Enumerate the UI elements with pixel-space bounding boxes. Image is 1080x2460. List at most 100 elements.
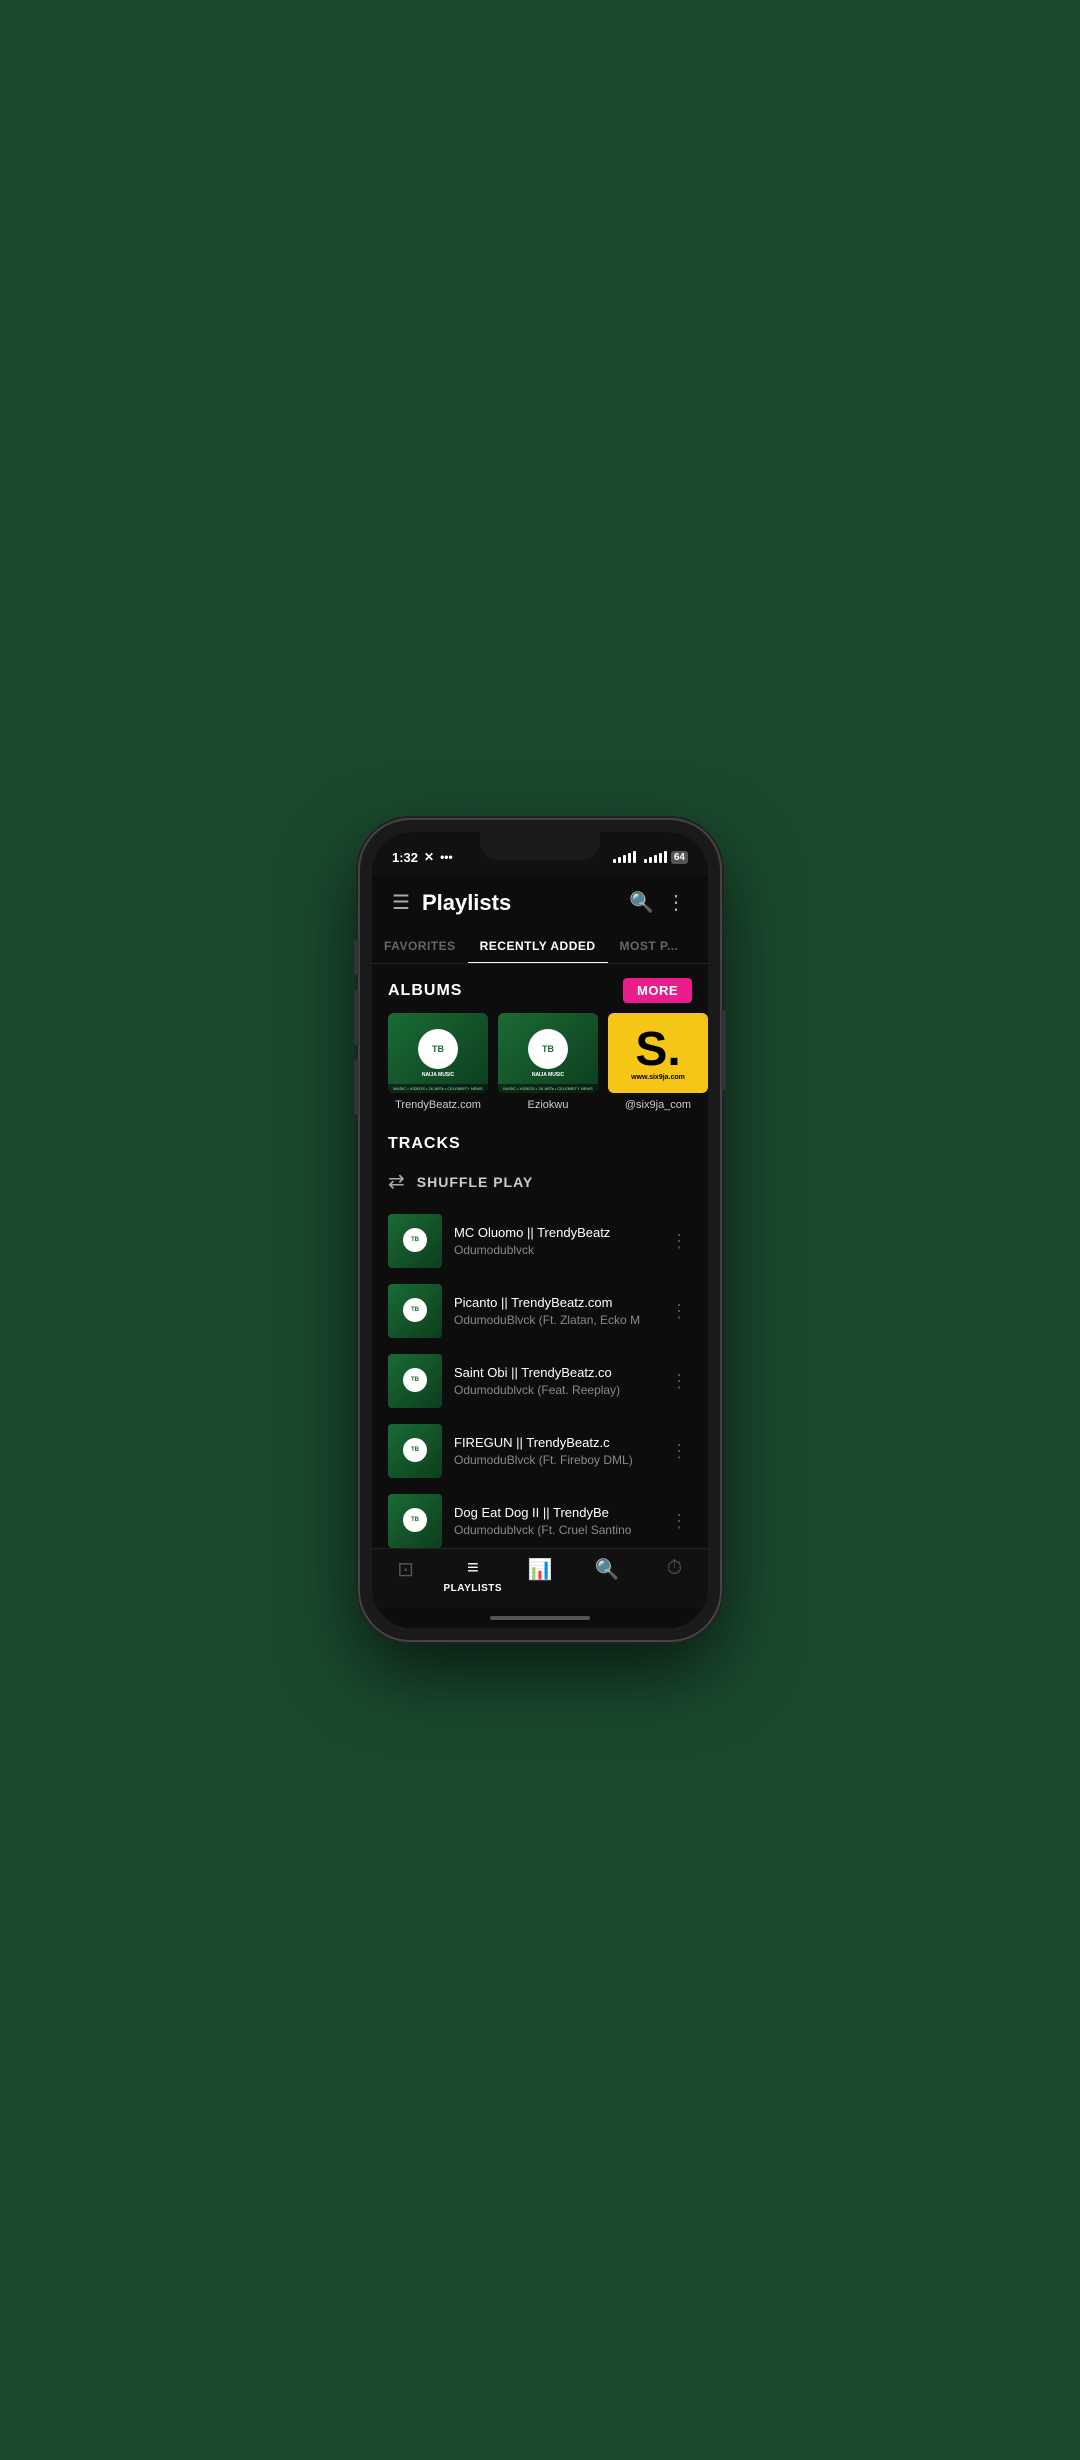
signal-bar2-5 [664,851,667,863]
shuffle-play-row[interactable]: ⇄ SHUFFLE PLAY [372,1157,708,1206]
album-item-trendybeatz1[interactable]: TB NAIJA MUSIC MUSIC • VIDEOS • 2K ARTs … [388,1013,488,1111]
track-artist-2: OdumoduBlvck (Ft. Zlatan, Ecko M [454,1313,654,1327]
tab-most-played[interactable]: MOST P... [608,929,691,963]
volume-down-button[interactable] [354,990,359,1045]
track-art-3: TB [388,1354,442,1408]
track-thumb-2: TB [388,1284,442,1338]
app-screen: ☰ Playlists 🔍 ⋮ FAVORITES RECENTLY ADDED… [372,876,708,1628]
silent-button[interactable] [354,1060,359,1115]
tb-text-1: NAIJA MUSIC [422,1072,454,1078]
track-item-3[interactable]: TB Saint Obi || TrendyBeatz.co Odumodubl… [372,1346,708,1416]
track-art-5: TB [388,1494,442,1548]
playlists-icon: ≡ [467,1557,479,1580]
shuffle-label: SHUFFLE PLAY [417,1174,534,1190]
library-icon: ⊡ [397,1557,414,1582]
home-bar [490,1616,590,1620]
track-info-3: Saint Obi || TrendyBeatz.co Odumodublvck… [454,1365,654,1397]
search-nav-icon: 🔍 [595,1557,620,1582]
track-artist-5: Odumodublvck (Ft. Cruel Santino [454,1523,654,1537]
track-item-5[interactable]: TB Dog Eat Dog II || TrendyBe Odumodublv… [372,1486,708,1548]
track-art-logo-4: TB [403,1438,427,1462]
album-label-six9ja: @six9ja_com [625,1099,691,1111]
x-icon: ✕ [424,850,434,864]
bottom-navigation: ⊡ ≡ PLAYLISTS 📊 🔍 ⏱ [372,1548,708,1608]
albums-title: ALBUMS [388,982,462,1000]
albums-row: TB NAIJA MUSIC MUSIC • VIDEOS • 2K ARTs … [372,1013,708,1127]
track-options-icon-1[interactable]: ⋮ [666,1227,692,1256]
volume-up-button[interactable] [354,940,359,975]
track-options-icon-4[interactable]: ⋮ [666,1437,692,1466]
more-albums-button[interactable]: MORE [623,978,692,1003]
track-options-icon-5[interactable]: ⋮ [666,1507,692,1536]
track-item-2[interactable]: TB Picanto || TrendyBeatz.com OdumoduBlv… [372,1276,708,1346]
album-label-trendybeatz1: TrendyBeatz.com [395,1099,481,1111]
main-scroll-content[interactable]: ALBUMS MORE TB NAIJA MUSIC MUSIC • VIDEO… [372,964,708,1548]
time: 1:32 [392,850,418,865]
power-button[interactable] [721,1010,726,1090]
status-right: 64 [613,851,688,864]
tab-favorites[interactable]: FAVORITES [372,929,468,963]
nav-item-search[interactable]: 🔍 [574,1557,641,1594]
track-thumb-1: TB [388,1214,442,1268]
album-art-six9ja: S. www.six9ja.com [608,1013,708,1093]
track-title-1: MC Oluomo || TrendyBeatz [454,1225,654,1240]
nav-item-library[interactable]: ⊡ [372,1557,439,1594]
app-header: ☰ Playlists 🔍 ⋮ [372,876,708,929]
status-left: 1:32 ✕ ••• [392,850,453,865]
track-title-4: FIREGUN || TrendyBeatz.c [454,1435,654,1450]
album-item-six9ja[interactable]: S. www.six9ja.com @six9ja_com [608,1013,708,1111]
signal-bar2-1 [644,859,647,863]
page-title: Playlists [422,890,623,916]
signal-bar-2 [618,857,621,863]
track-art-logo-2: TB [403,1298,427,1322]
track-item-1[interactable]: TB MC Oluomo || TrendyBeatz Odumodublvck… [372,1206,708,1276]
hamburger-menu-icon[interactable]: ☰ [388,886,414,919]
albums-section-header: ALBUMS MORE [372,964,708,1013]
album-thumb-eziokwu: TB NAIJA MUSIC MUSIC • VIDEOS • 2K ARTs … [498,1013,598,1093]
track-art-logo-3: TB [403,1368,427,1392]
nav-item-sleep[interactable]: ⏱ [641,1557,708,1594]
s-domain: www.six9ja.com [631,1074,685,1081]
tab-recently-added[interactable]: RECENTLY ADDED [468,929,608,963]
album-thumb-trendybeatz1: TB NAIJA MUSIC MUSIC • VIDEOS • 2K ARTs … [388,1013,488,1093]
signal-bar-4 [628,853,631,863]
battery-indicator: 64 [671,851,688,864]
search-icon[interactable]: 🔍 [623,884,660,921]
tracks-section-header: TRACKS [372,1127,708,1157]
tb-logo-2: TB [528,1029,568,1069]
track-artist-3: Odumodublvck (Feat. Reeplay) [454,1383,654,1397]
track-art-1: TB [388,1214,442,1268]
nav-item-playlists[interactable]: ≡ PLAYLISTS [439,1557,506,1594]
track-info-5: Dog Eat Dog II || TrendyBe Odumodublvck … [454,1505,654,1537]
album-art-trendybeatz1: TB NAIJA MUSIC MUSIC • VIDEOS • 2K ARTs … [388,1013,488,1093]
more-options-icon[interactable]: ⋮ [660,884,692,921]
album-label-eziokwu: Eziokwu [528,1099,569,1111]
track-options-icon-2[interactable]: ⋮ [666,1297,692,1326]
phone-screen: 1:32 ✕ ••• [372,832,708,1628]
signal-bar2-4 [659,853,662,863]
track-art-logo-1: TB [403,1228,427,1252]
track-art-logo-5: TB [403,1508,427,1532]
home-indicator [372,1608,708,1628]
track-art-4: TB [388,1424,442,1478]
track-title-2: Picanto || TrendyBeatz.com [454,1295,654,1310]
track-title-3: Saint Obi || TrendyBeatz.co [454,1365,654,1380]
track-artist-1: Odumodublvck [454,1243,654,1257]
signal-bar2-3 [654,855,657,863]
nav-item-charts[interactable]: 📊 [506,1557,573,1594]
track-thumb-3: TB [388,1354,442,1408]
s-letter: S. [635,1026,680,1074]
album-thumb-six9ja: S. www.six9ja.com [608,1013,708,1093]
tracks-title: TRACKS [388,1135,461,1152]
signal-bars [613,851,636,863]
track-info-4: FIREGUN || TrendyBeatz.c OdumoduBlvck (F… [454,1435,654,1467]
sleep-icon: ⏱ [667,1557,683,1580]
track-options-icon-3[interactable]: ⋮ [666,1367,692,1396]
signal-bar-5 [633,851,636,863]
signal-bar2-2 [649,857,652,863]
dots-icon: ••• [440,850,453,864]
album-art-eziokwu: TB NAIJA MUSIC MUSIC • VIDEOS • 2K ARTs … [498,1013,598,1093]
album-item-eziokwu[interactable]: TB NAIJA MUSIC MUSIC • VIDEOS • 2K ARTs … [498,1013,598,1111]
playlists-nav-label: PLAYLISTS [444,1583,503,1594]
track-item-4[interactable]: TB FIREGUN || TrendyBeatz.c OdumoduBlvck… [372,1416,708,1486]
